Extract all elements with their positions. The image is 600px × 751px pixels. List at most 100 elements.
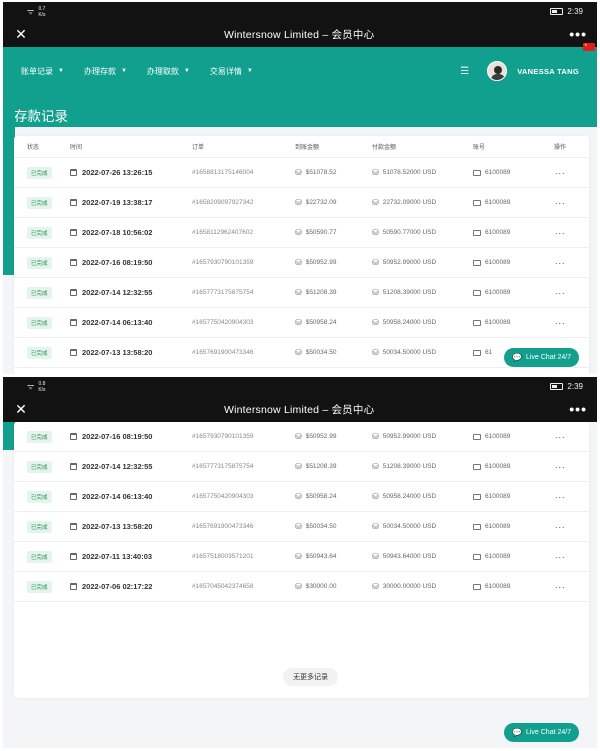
coins-icon: ⛁: [295, 462, 302, 471]
wallet-icon: [473, 493, 481, 500]
network-speed: 0.8 K/s: [38, 380, 46, 393]
received-amount: $50958.24: [305, 319, 337, 326]
calendar-icon: [70, 229, 77, 236]
chevron-down-icon: ▼: [58, 68, 64, 74]
coins-icon: ⛁: [295, 432, 302, 441]
window-title: Wintersnow Limited – 会员中心: [223, 403, 375, 416]
wifi-icon: ᯤ: [27, 382, 35, 391]
order-id: #1657045042374658: [192, 583, 254, 590]
account-number: 6100089: [485, 229, 511, 236]
order-id: #1657750420904303: [192, 493, 254, 500]
title-bar: ✕ Wintersnow Limited – 会员中心 •••: [3, 396, 597, 422]
china-flag-icon[interactable]: [583, 42, 595, 51]
table-row: 已完成 2022-07-26 13:26:15 #1658813175146004 ⛁…: [14, 158, 589, 188]
account-number: 6100089: [485, 553, 511, 560]
status-badge: 已完成: [27, 226, 52, 239]
live-chat-button[interactable]: 💬 Live Chat 24/7: [504, 348, 580, 367]
table-header: 状态 时间 订单 到账金额 付款金额 账号 操作: [14, 136, 589, 158]
row-actions-button[interactable]: ···: [545, 198, 575, 208]
coins-icon: ⛁: [372, 492, 379, 501]
nav-withdraw[interactable]: 办理取款 ▼: [147, 66, 190, 77]
row-actions-button[interactable]: ···: [545, 258, 575, 268]
header-action: 操作: [553, 145, 566, 151]
close-icon[interactable]: ✕: [13, 26, 29, 43]
wallet-icon: [473, 319, 481, 326]
received-amount: $50958.24: [305, 493, 337, 500]
calendar-icon: [70, 199, 77, 206]
user-name[interactable]: VANESSA TANG: [517, 67, 579, 76]
chevron-down-icon: ▼: [120, 68, 127, 74]
status-bar: ᯤ 0.7 K/s 2:39: [3, 2, 597, 21]
wallet-icon: [473, 523, 481, 530]
row-actions-button[interactable]: ···: [545, 492, 575, 502]
nav-billing[interactable]: 账单记录 ▼: [21, 66, 64, 77]
row-actions-button[interactable]: ···: [545, 228, 575, 238]
paid-amount: 50034.50000 USD: [382, 523, 437, 530]
row-actions-button[interactable]: ···: [545, 432, 575, 442]
row-actions-button[interactable]: ···: [545, 318, 575, 328]
row-actions-button[interactable]: ···: [545, 522, 575, 532]
record-time: 2022-07-11 13:40:03: [82, 552, 153, 561]
status-badge: 已完成: [27, 550, 52, 563]
row-actions-button[interactable]: ···: [545, 462, 575, 472]
row-actions-button[interactable]: ···: [545, 582, 575, 592]
account-number: 6100089: [485, 259, 511, 266]
order-id: #1658813175146004: [192, 169, 254, 176]
wallet-icon: [473, 433, 481, 440]
table-row: 已完成 2022-07-16 08:19:50 #1657930790101359 ⛁…: [14, 422, 589, 452]
screenshot-top: ᯤ 0.7 K/s 2:39 ✕ Wintersnow Limited – 会员中…: [3, 2, 597, 374]
order-id: #1657930790101359: [192, 433, 254, 440]
hamburger-menu-icon[interactable]: ☰: [460, 66, 469, 77]
received-amount: $50590.77: [305, 229, 337, 236]
row-actions-button[interactable]: ···: [545, 552, 575, 562]
more-icon[interactable]: •••: [569, 401, 587, 417]
record-time: 2022-07-13 13:58:20: [82, 522, 153, 531]
received-amount: $50034.50: [305, 349, 337, 356]
avatar[interactable]: [487, 61, 508, 81]
coins-icon: ⛁: [372, 198, 379, 207]
live-chat-button[interactable]: 💬 Live Chat 24/7: [504, 723, 580, 742]
nav-deposit[interactable]: 办理存款 ▼: [84, 66, 127, 77]
coins-icon: ⛁: [295, 492, 302, 501]
record-time: 2022-07-16 08:19:50: [82, 432, 153, 441]
title-bar: ✕ Wintersnow Limited – 会员中心 •••: [3, 21, 597, 47]
account-number: 6100089: [485, 493, 511, 500]
wallet-icon: [473, 199, 481, 206]
received-amount: $51078.52: [305, 169, 337, 176]
close-icon[interactable]: ✕: [13, 401, 29, 418]
status-badge: 已完成: [27, 346, 52, 359]
screenshot-bottom: ᯤ 0.8 K/s 2:39 ✕ Wintersnow Limited – 会员中…: [3, 377, 597, 748]
deposit-records-table: 状态 时间 订单 到账金额 付款金额 账号 操作 已完成 2022-07-26 1…: [14, 136, 589, 374]
coins-icon: ⛁: [295, 552, 302, 561]
nav-transactions[interactable]: 交易详情 ▼: [210, 66, 253, 77]
record-time: 2022-07-13 13:58:20: [82, 348, 153, 357]
status-badge: 已完成: [27, 286, 52, 299]
chat-bubble-icon: 💬: [512, 728, 522, 737]
record-time: 2022-07-14 12:32:55: [82, 288, 153, 297]
header-order: 订单: [192, 145, 205, 151]
record-time: 2022-07-14 06:13:40: [82, 492, 153, 501]
calendar-icon: [70, 319, 77, 326]
account-number: 6100089: [485, 319, 511, 326]
paid-amount: 50590.77000 USD: [382, 229, 437, 236]
calendar-icon: [70, 583, 77, 590]
status-bar: ᯤ 0.8 K/s 2:39: [3, 377, 597, 396]
row-actions-button[interactable]: ···: [545, 288, 575, 298]
account-number: 6100089: [485, 199, 511, 206]
wallet-icon: [473, 259, 481, 266]
record-time: 2022-07-19 13:38:17: [82, 198, 153, 207]
paid-amount: 50958.24000 USD: [382, 493, 437, 500]
calendar-icon: [70, 463, 77, 470]
row-actions-button[interactable]: ···: [545, 168, 575, 178]
coins-icon: ⛁: [372, 258, 379, 267]
table-row: 已完成 2022-07-14 06:13:40 #1657750420904303 ⛁…: [14, 482, 589, 512]
record-time: 2022-07-26 13:26:15: [82, 168, 153, 177]
table-row: 已完成 2022-07-06 02:17:22 #1657045042374658 ⛁…: [14, 572, 589, 602]
header-status: 状态: [27, 145, 40, 151]
table-body: 已完成 2022-07-16 08:19:50 #1657930790101359 ⛁…: [14, 422, 589, 602]
more-icon[interactable]: •••: [569, 26, 587, 42]
no-more-records-label: 无更多记录: [283, 668, 338, 686]
record-time: 2022-07-14 12:32:55: [82, 462, 153, 471]
table-row: 已完成 2022-07-14 06:13:40 #1657750420904303 ⛁…: [14, 308, 589, 338]
table-row: 已完成 2022-07-14 12:32:55 #1657773175875754 ⛁…: [14, 278, 589, 308]
